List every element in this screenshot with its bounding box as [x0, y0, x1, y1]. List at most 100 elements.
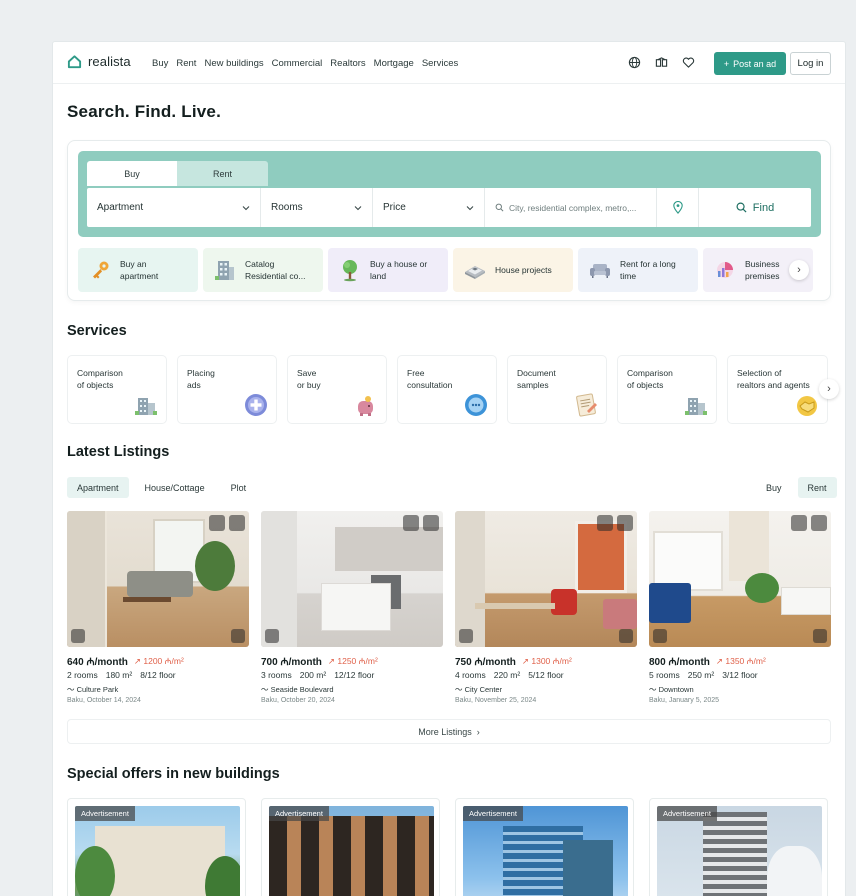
service-label: Free consultation: [407, 368, 453, 390]
services-next-button[interactable]: ›: [819, 379, 839, 399]
advertisement-tag: Advertisement: [657, 806, 717, 821]
owner-badge-icon: [231, 629, 245, 643]
service-card[interactable]: Selection of realtors and agents: [727, 355, 828, 424]
compare-button[interactable]: [209, 515, 225, 531]
building-icon: [215, 261, 234, 280]
tab-deal-buy[interactable]: Buy: [756, 477, 792, 498]
heart-icon[interactable]: [682, 56, 695, 69]
floor: 5/12 floor: [528, 670, 564, 680]
services-row: Comparison of objects Placing ads Save or b…: [67, 355, 828, 424]
offer-photo[interactable]: Advertisement: [269, 806, 434, 896]
listing-photo[interactable]: [455, 511, 637, 647]
service-card[interactable]: Free consultation: [397, 355, 497, 424]
category-house-projects[interactable]: House projects: [453, 248, 573, 292]
listing-photo[interactable]: [261, 511, 443, 647]
post-ad-button[interactable]: + Post an ad: [714, 52, 786, 75]
category-label: Business premises: [745, 259, 780, 281]
offer-card[interactable]: Advertisement: [261, 798, 440, 896]
map-pin-icon: [672, 201, 683, 214]
photo-badge-icon: [653, 629, 667, 643]
listing-card[interactable]: 640 ₼/month ↗ 1200 ₼/m² 2 rooms 180 m² 8/12…: [67, 511, 249, 711]
offer-card[interactable]: Advertisement: [455, 798, 634, 896]
property-type-value: Apartment: [97, 202, 144, 213]
listing-card[interactable]: 800 ₼/month ↗ 1350 ₼/m² 5 rooms 250 m² 3/12…: [649, 511, 831, 711]
service-card[interactable]: Comparison of objects: [617, 355, 717, 424]
listing-card[interactable]: 750 ₼/month ↗ 1300 ₼/m² 4 rooms 220 m² 5/12…: [455, 511, 637, 711]
nav-new-buildings[interactable]: New buildings: [204, 58, 263, 69]
more-listings-button[interactable]: More Listings ›: [67, 719, 831, 744]
find-button[interactable]: Find: [699, 188, 811, 227]
login-button[interactable]: Log in: [790, 52, 831, 75]
nav-rent[interactable]: Rent: [176, 58, 196, 69]
chevron-down-icon: [466, 205, 474, 210]
globe-icon[interactable]: [628, 56, 641, 69]
rooms-select[interactable]: Rooms: [261, 188, 373, 227]
tab-apartment[interactable]: Apartment: [67, 477, 129, 498]
rooms-count: 2 rooms: [67, 670, 98, 680]
search-band: Buy Rent Apartment Rooms Price City, res: [78, 151, 821, 237]
service-card[interactable]: Save or buy: [287, 355, 387, 424]
top-header: realista Buy Rent New buildings Commerci…: [53, 42, 845, 84]
offer-photo[interactable]: Advertisement: [657, 806, 822, 896]
nav-services[interactable]: Services: [422, 58, 458, 69]
nav-mortgage[interactable]: Mortgage: [374, 58, 414, 69]
favorite-button[interactable]: [423, 515, 439, 531]
listing-location: 〜 City Center: [455, 685, 503, 694]
map-pin-button[interactable]: [657, 188, 699, 227]
offer-photo[interactable]: Advertisement: [75, 806, 240, 896]
listing-type-tabs: Apartment House/Cottage Plot: [67, 477, 256, 498]
service-label: Comparison of objects: [627, 368, 673, 390]
key-icon: [93, 261, 109, 279]
tab-buy[interactable]: Buy: [87, 161, 177, 186]
listing-location: 〜 Seaside Boulevard: [261, 685, 334, 694]
rooms-count: 3 rooms: [261, 670, 292, 680]
category-long-term-rent[interactable]: Rent for a long time: [578, 248, 698, 292]
offer-photo[interactable]: Advertisement: [463, 806, 628, 896]
document-icon: [576, 393, 597, 417]
category-house-or-land[interactable]: Buy a house or land: [328, 248, 448, 292]
listing-price: 800 ₼/month ↗ 1350 ₼/m²: [649, 655, 766, 669]
listing-photo[interactable]: [67, 511, 249, 647]
rooms-count: 4 rooms: [455, 670, 486, 680]
offer-card[interactable]: Advertisement: [649, 798, 828, 896]
building-compare-icon: [685, 398, 707, 415]
price-select[interactable]: Price: [373, 188, 485, 227]
service-card[interactable]: Comparison of objects: [67, 355, 167, 424]
listing-meta: 5 rooms 250 m² 3/12 floor: [649, 670, 758, 680]
tab-rent[interactable]: Rent: [177, 161, 268, 186]
service-label: Document samples: [517, 368, 556, 390]
compare-scales-icon[interactable]: [655, 56, 668, 69]
compare-button[interactable]: [791, 515, 807, 531]
favorite-button[interactable]: [229, 515, 245, 531]
plus-icon: +: [723, 58, 730, 69]
offer-card[interactable]: Advertisement: [67, 798, 246, 896]
tab-deal-rent[interactable]: Rent: [797, 477, 837, 498]
search-icon: [495, 203, 504, 212]
area: 250 m²: [687, 670, 715, 680]
category-residential-catalog[interactable]: Catalog Residential co...: [203, 248, 323, 292]
service-card[interactable]: Document samples: [507, 355, 607, 424]
listing-card[interactable]: 700 ₼/month ↗ 1250 ₼/m² 3 rooms 200 m² 12/1…: [261, 511, 443, 711]
floor: 3/12 floor: [722, 670, 758, 680]
nav-realtors[interactable]: Realtors: [330, 58, 365, 69]
tab-house-cottage[interactable]: House/Cottage: [135, 477, 215, 498]
categories-next-button[interactable]: ›: [789, 260, 809, 280]
services-heading: Services: [67, 323, 127, 339]
favorite-button[interactable]: [617, 515, 633, 531]
tab-plot[interactable]: Plot: [221, 477, 257, 498]
price-per-meter: ↗ 1200 ₼/m²: [133, 655, 184, 666]
property-type-select[interactable]: Apartment: [87, 188, 261, 227]
category-buy-apartment[interactable]: Buy an apartment: [78, 248, 198, 292]
location-search-input[interactable]: City, residential complex, metro,...: [485, 188, 657, 227]
listing-photo[interactable]: [649, 511, 831, 647]
compare-button[interactable]: [403, 515, 419, 531]
favorite-button[interactable]: [811, 515, 827, 531]
service-label: Comparison of objects: [77, 368, 123, 390]
service-card[interactable]: Placing ads: [177, 355, 277, 424]
nav-buy[interactable]: Buy: [152, 58, 168, 69]
advertisement-tag: Advertisement: [269, 806, 329, 821]
nav-commercial[interactable]: Commercial: [272, 58, 323, 69]
brand-logo[interactable]: realista: [67, 54, 131, 69]
compare-button[interactable]: [597, 515, 613, 531]
listing-cards: 640 ₼/month ↗ 1200 ₼/m² 2 rooms 180 m² 8/12…: [67, 511, 831, 711]
